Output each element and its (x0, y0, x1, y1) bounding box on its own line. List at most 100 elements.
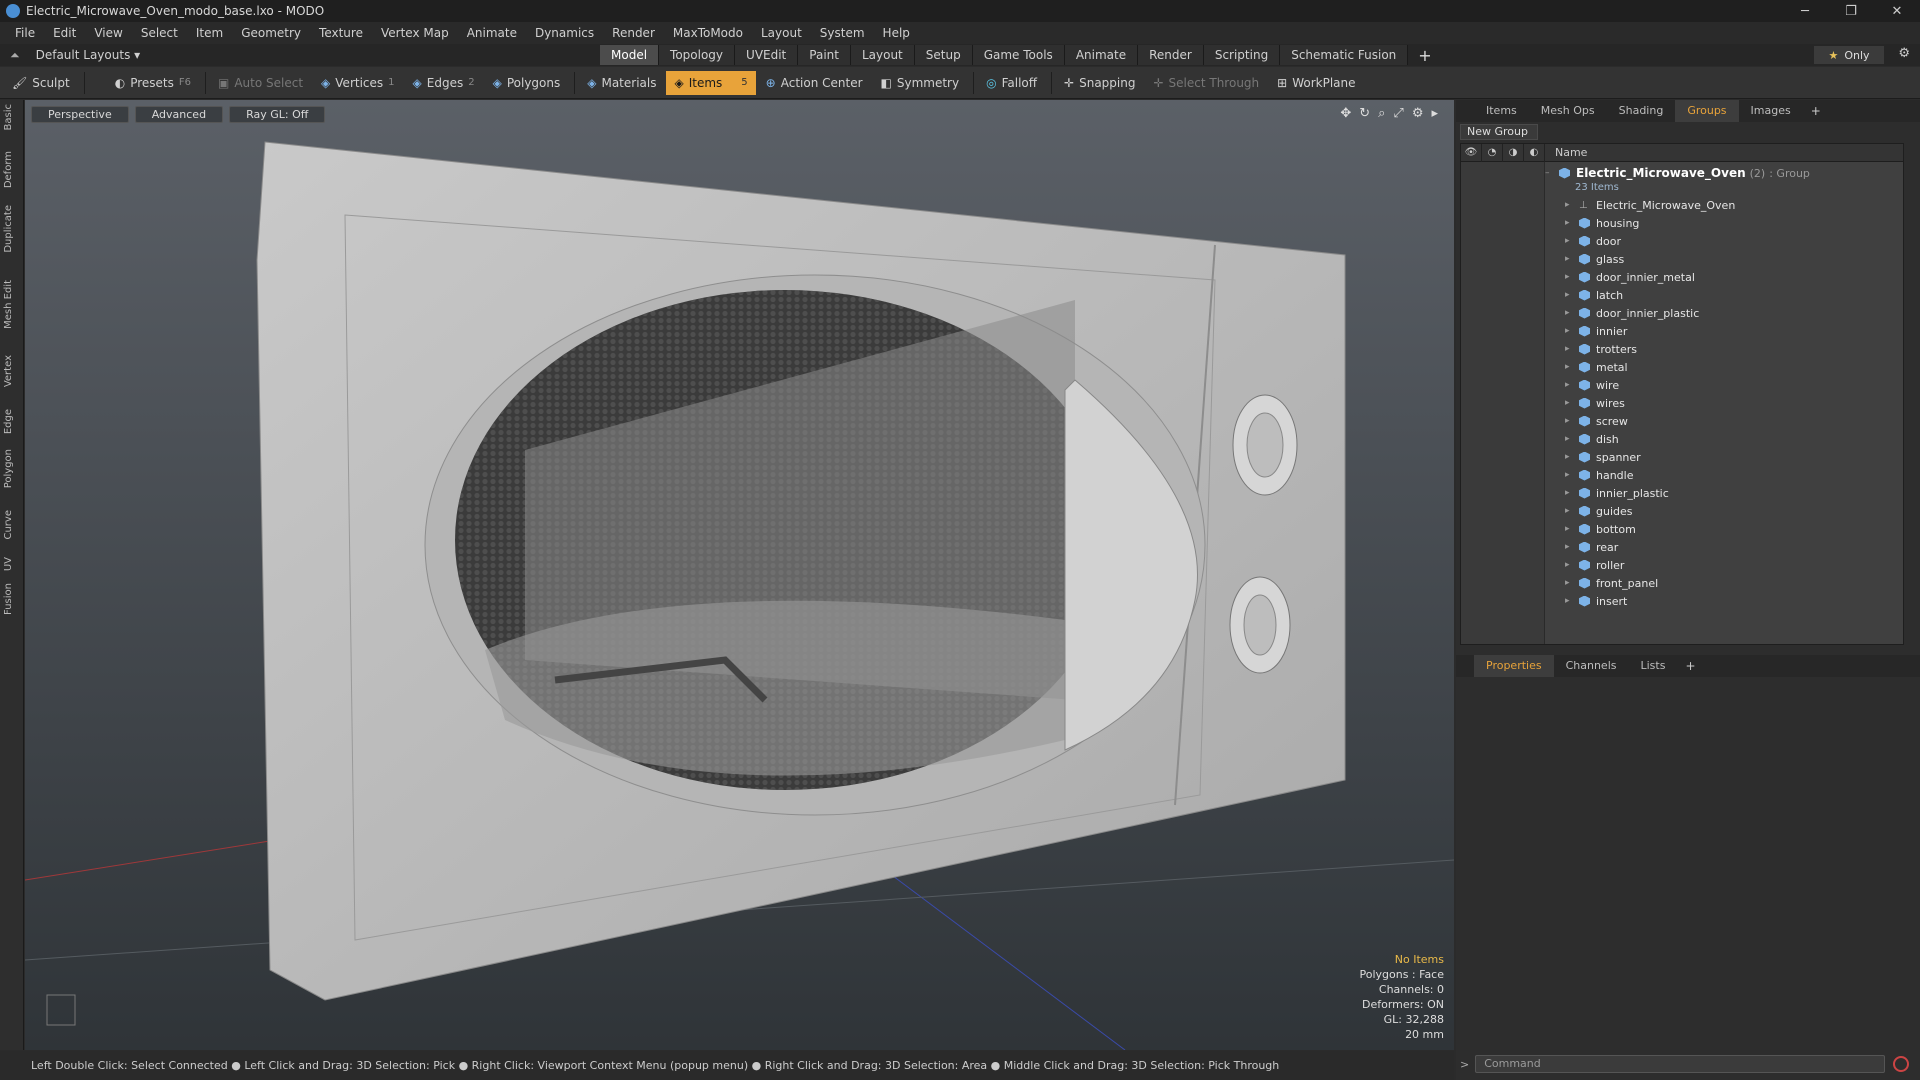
left-tab-edge[interactable]: Edge (3, 409, 21, 434)
raygl-toggle[interactable]: Ray GL: Off (229, 106, 326, 123)
expand-icon[interactable]: ▸ (1565, 596, 1579, 606)
layout-selector[interactable]: ⏶ Default Layouts ▾ (10, 48, 600, 63)
workplane-button[interactable]: ⊞ WorkPlane (1269, 71, 1363, 95)
expand-icon[interactable]: ▸ (1565, 218, 1579, 228)
visibility-column-icon[interactable]: 👁 (1461, 143, 1482, 162)
expand-icon[interactable]: ▸ (1565, 272, 1579, 282)
panel-tab-mesh-ops[interactable]: Mesh Ops (1529, 100, 1607, 122)
menu-geometry[interactable]: Geometry (232, 26, 310, 40)
symmetry-button[interactable]: ◧ Symmetry (873, 71, 968, 95)
left-tab-curve[interactable]: Curve (3, 510, 21, 540)
panel-tab-items[interactable]: Items (1474, 100, 1529, 122)
expand-icon[interactable]: ▸ (1565, 326, 1579, 336)
menu-system[interactable]: System (811, 26, 874, 40)
viewport-expand-icon[interactable]: ▸ (1431, 106, 1438, 121)
items-button[interactable]: ◈ Items 5 (666, 70, 756, 95)
menu-view[interactable]: View (85, 26, 131, 40)
list-item[interactable]: ▸ dish (1565, 430, 1619, 448)
props-tab-properties[interactable]: Properties (1474, 655, 1554, 677)
list-item[interactable]: ▸ handle (1565, 466, 1634, 484)
left-tab-basic[interactable]: Basic (3, 104, 21, 130)
list-item[interactable]: ▸ trotters (1565, 340, 1637, 358)
tab-setup[interactable]: Setup (914, 45, 973, 65)
3d-viewport[interactable]: Perspective Advanced Ray GL: Off ✥ ↻ ⌕ ⤢… (25, 100, 1454, 1050)
falloff-button[interactable]: ◎ Falloff (978, 71, 1045, 95)
auto-select-button[interactable]: ▣ Auto Select (210, 71, 311, 95)
rotate-icon[interactable]: ↻ (1359, 106, 1370, 121)
lock-column-icon[interactable]: ◑ (1503, 143, 1524, 162)
maximize-button[interactable]: ❐ (1828, 0, 1874, 22)
expand-icon[interactable]: ▸ (1565, 290, 1579, 300)
expand-icon[interactable]: ▸ (1565, 488, 1579, 498)
left-tab-vertex[interactable]: Vertex (3, 355, 21, 387)
tab-uvedit[interactable]: UVEdit (735, 45, 799, 65)
left-tab-uv[interactable]: UV (3, 557, 21, 571)
expand-icon[interactable]: ▸ (1565, 434, 1579, 444)
props-tab-lists[interactable]: Lists (1629, 655, 1678, 677)
polygons-button[interactable]: ◈ Polygons (485, 71, 569, 95)
expand-icon[interactable]: ▸ (1565, 524, 1579, 534)
list-item[interactable]: ▸ screw (1565, 412, 1628, 430)
add-props-tab-icon[interactable]: + (1677, 659, 1703, 673)
left-tab-duplicate[interactable]: Duplicate (3, 205, 21, 253)
only-button[interactable]: ★ Only (1814, 46, 1884, 64)
close-button[interactable]: ✕ (1874, 0, 1920, 22)
pan-icon[interactable]: ✥ (1340, 106, 1351, 121)
list-item[interactable]: ▸ rear (1565, 538, 1618, 556)
left-tab-mesh-edit[interactable]: Mesh Edit (3, 280, 21, 329)
list-item[interactable]: ▸ bottom (1565, 520, 1636, 538)
render-column-icon[interactable]: ◔ (1482, 143, 1503, 162)
menu-dynamics[interactable]: Dynamics (526, 26, 603, 40)
list-item[interactable]: ▸ innier_plastic (1565, 484, 1669, 502)
menu-layout[interactable]: Layout (752, 26, 811, 40)
tab-schematic-fusion[interactable]: Schematic Fusion (1280, 45, 1409, 65)
menu-edit[interactable]: Edit (44, 26, 85, 40)
expand-icon[interactable]: ▸ (1565, 470, 1579, 480)
left-tab-fusion[interactable]: Fusion (3, 583, 21, 615)
menu-help[interactable]: Help (874, 26, 919, 40)
list-item[interactable]: ▸ glass (1565, 250, 1624, 268)
tab-paint[interactable]: Paint (798, 45, 851, 65)
add-tab-icon[interactable]: + (1408, 46, 1441, 65)
expand-icon[interactable]: ▸ (1565, 380, 1579, 390)
list-item[interactable]: ▸ door (1565, 232, 1621, 250)
list-item[interactable]: ▸ metal (1565, 358, 1628, 376)
panel-tab-shading[interactable]: Shading (1607, 100, 1676, 122)
expand-icon[interactable]: ▸ (1565, 254, 1579, 264)
list-item[interactable]: ▸ innier (1565, 322, 1627, 340)
list-item[interactable]: ▸ door_innier_plastic (1565, 304, 1699, 322)
zoom-icon[interactable]: ⌕ (1378, 106, 1385, 121)
list-item[interactable]: ▸ guides (1565, 502, 1633, 520)
tab-model[interactable]: Model (600, 45, 660, 65)
sculpt-button[interactable]: 🖌 Sculpt (4, 71, 78, 95)
name-column-header[interactable]: Name (1545, 146, 1587, 159)
gear-icon[interactable]: ⚙ (1898, 46, 1910, 61)
layout-arrow-icon[interactable]: ⏶ (10, 48, 20, 63)
list-item[interactable]: ▸ latch (1565, 286, 1623, 304)
left-tab-polygon[interactable]: Polygon (3, 449, 21, 488)
shading-dropdown[interactable]: Advanced (134, 106, 224, 123)
list-item[interactable]: ▸ ⊥ Electric_Microwave_Oven (1565, 196, 1735, 214)
expand-icon[interactable]: ▸ (1565, 452, 1579, 462)
expand-icon[interactable]: ▸ (1565, 416, 1579, 426)
viewport-settings-icon[interactable]: ⚙ (1412, 106, 1424, 121)
minimize-button[interactable]: ─ (1782, 0, 1828, 22)
command-input[interactable]: Command (1475, 1055, 1886, 1073)
presets-button[interactable]: ◐ Presets F6 (107, 71, 199, 95)
expand-icon[interactable]: ▸ (1565, 344, 1579, 354)
new-group-button[interactable]: New Group (1460, 124, 1538, 140)
tab-topology[interactable]: Topology (659, 45, 736, 65)
stop-icon[interactable] (1893, 1056, 1910, 1072)
list-item[interactable]: ▸ spanner (1565, 448, 1641, 466)
expand-icon[interactable]: ▸ (1565, 362, 1579, 372)
expand-icon[interactable]: ▸ (1565, 398, 1579, 408)
vertices-button[interactable]: ◈ Vertices 1 (313, 71, 402, 95)
list-item[interactable]: ▸ wire (1565, 376, 1619, 394)
panel-tab-images[interactable]: Images (1739, 100, 1803, 122)
action-center-button[interactable]: ⊕ Action Center (758, 71, 871, 95)
tab-render[interactable]: Render (1138, 45, 1204, 65)
menu-texture[interactable]: Texture (310, 26, 372, 40)
layout-selector-label[interactable]: Default Layouts ▾ (36, 48, 141, 62)
list-item[interactable]: ▸ wires (1565, 394, 1625, 412)
tab-layout[interactable]: Layout (850, 45, 915, 65)
